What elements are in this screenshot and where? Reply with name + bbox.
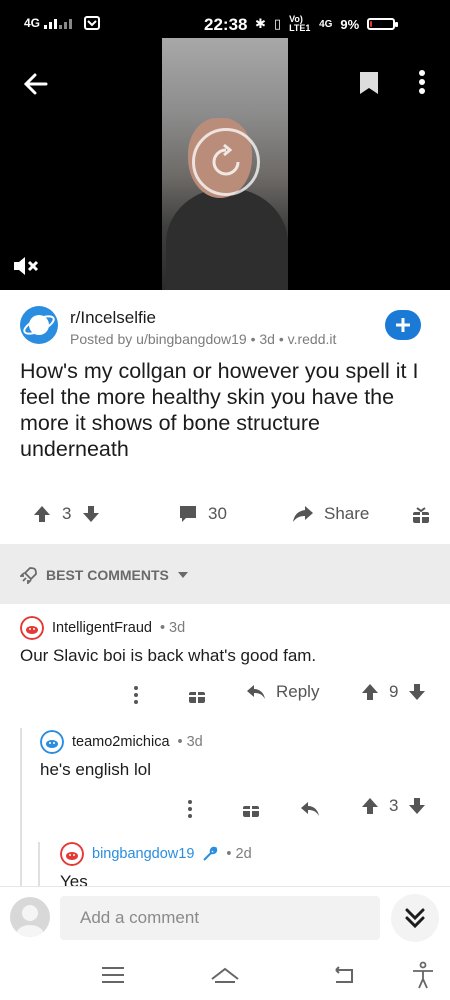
comment-body: Our Slavic boi is back what's good fam. <box>20 646 317 665</box>
vote-control: 3 <box>32 504 101 524</box>
comment-author[interactable]: IntelligentFraud <box>52 620 152 636</box>
current-user-avatar[interactable] <box>10 897 50 937</box>
comment-body: he's english lol <box>40 760 151 779</box>
comment-vote-count: 3 <box>389 796 399 815</box>
arrow-left-icon[interactable] <box>22 70 50 98</box>
volume-mute-icon[interactable] <box>12 254 40 278</box>
wrench-icon <box>203 846 218 861</box>
vibrate-icon: ▯ <box>273 16 282 31</box>
comment-vote-count: 9 <box>389 682 399 701</box>
user-avatar-icon[interactable] <box>60 842 84 866</box>
network-label: 4G <box>24 16 41 30</box>
battery-fill <box>370 21 373 27</box>
post-vote-count: 3 <box>62 504 72 523</box>
comment-icon <box>180 506 196 522</box>
comment-actions: Reply 9 <box>0 682 450 708</box>
downvote-icon[interactable] <box>407 796 427 816</box>
add-comment-input[interactable] <box>60 896 380 940</box>
video-subject-shirt <box>166 188 288 290</box>
accessibility-icon[interactable] <box>408 960 438 990</box>
join-button[interactable] <box>385 310 421 340</box>
comment-time: • 3d <box>159 620 186 636</box>
comment-time: • 3d <box>177 734 203 750</box>
post-header: r/Incelselfie Posted by u/bingbangdow19 … <box>20 300 430 350</box>
system-nav-bar <box>0 950 450 1000</box>
comment-header: bingbangdow19 • 2d <box>60 842 252 866</box>
award-icon[interactable] <box>242 800 260 818</box>
video-player[interactable] <box>0 38 450 290</box>
comment-actions: 3 <box>0 796 450 822</box>
comment-sort-bar: BEST COMMENTS <box>0 544 450 604</box>
vote-control: 9 <box>360 682 427 702</box>
comment-body: Yes <box>60 872 88 886</box>
award-icon[interactable] <box>188 686 206 704</box>
subreddit-name[interactable]: r/Incelselfie <box>70 308 156 328</box>
more-vertical-icon[interactable] <box>412 68 432 96</box>
vote-control: 3 <box>360 796 427 816</box>
signal-icon <box>44 19 73 29</box>
volte-label: Vo) LTE1 <box>289 14 311 33</box>
recent-apps-icon[interactable] <box>98 960 128 990</box>
network2-label: 4G <box>319 18 333 30</box>
post-action-bar: 3 30 Share <box>0 500 450 530</box>
comment: IntelligentFraud • 3d Our Slavic boi is … <box>0 604 450 724</box>
subreddit-avatar[interactable] <box>20 306 58 344</box>
comment-author[interactable]: teamo2michica <box>72 734 170 750</box>
replay-icon[interactable] <box>192 128 260 196</box>
back-nav-icon[interactable] <box>328 960 358 990</box>
video-frame[interactable] <box>162 38 288 290</box>
reply-label: Reply <box>276 682 320 701</box>
battery-label: 9% <box>340 16 360 32</box>
caret-down-icon <box>177 572 188 578</box>
user-avatar-icon[interactable] <box>40 730 64 754</box>
share-icon <box>293 506 313 522</box>
battery-icon <box>367 18 399 30</box>
clock: 22:38 <box>204 15 248 34</box>
reply-button[interactable]: Reply <box>246 682 319 702</box>
comment-header: IntelligentFraud • 3d <box>20 616 185 640</box>
sort-label: BEST COMMENTS <box>46 567 169 583</box>
op-author[interactable]: bingbangdow19 <box>92 846 194 862</box>
network-indicator: 4G <box>24 16 101 30</box>
more-vertical-icon[interactable] <box>132 685 140 705</box>
user-avatar-icon[interactable] <box>20 616 44 640</box>
reply-icon[interactable] <box>300 800 320 818</box>
share-button[interactable]: Share <box>292 504 369 524</box>
share-label: Share <box>324 504 370 523</box>
downvote-icon[interactable] <box>407 682 427 702</box>
plus-icon <box>396 318 410 332</box>
user-silhouette-icon <box>16 905 44 937</box>
reply-icon <box>247 685 265 699</box>
planet-icon <box>23 315 55 335</box>
bookmark-icon[interactable] <box>358 70 380 96</box>
comment-time: • 2d <box>226 846 252 862</box>
upvote-icon[interactable] <box>360 796 380 816</box>
upvote-icon[interactable] <box>32 504 52 524</box>
comment: teamo2michica • 3d he's english lol 3 <box>0 724 450 834</box>
comment: bingbangdow19 • 2d Yes <box>0 836 450 886</box>
post-comment-count: 30 <box>208 504 227 523</box>
rocket-icon <box>20 567 37 584</box>
comments-button[interactable]: 30 <box>178 504 227 524</box>
post-title[interactable]: How's my collgan or however you spell it… <box>20 358 430 462</box>
bluetooth-icon: ✱ <box>255 16 266 31</box>
notification-icon <box>84 16 101 30</box>
sort-selector[interactable]: BEST COMMENTS <box>20 566 189 584</box>
more-vertical-icon[interactable] <box>186 799 194 819</box>
downvote-icon[interactable] <box>81 504 101 524</box>
post-meta: Posted by u/bingbangdow19 • 3d • v.redd.… <box>70 331 337 347</box>
status-icons: ✱ ▯ Vo) LTE1 4G 9% <box>255 14 399 33</box>
comment-composer-bar <box>0 886 450 950</box>
upvote-icon[interactable] <box>360 682 380 702</box>
comment-header: teamo2michica • 3d <box>40 730 203 754</box>
jump-to-next-button[interactable] <box>391 894 439 942</box>
double-chevron-down-icon <box>405 908 425 929</box>
award-icon[interactable] <box>412 506 430 524</box>
home-icon[interactable] <box>210 960 240 990</box>
